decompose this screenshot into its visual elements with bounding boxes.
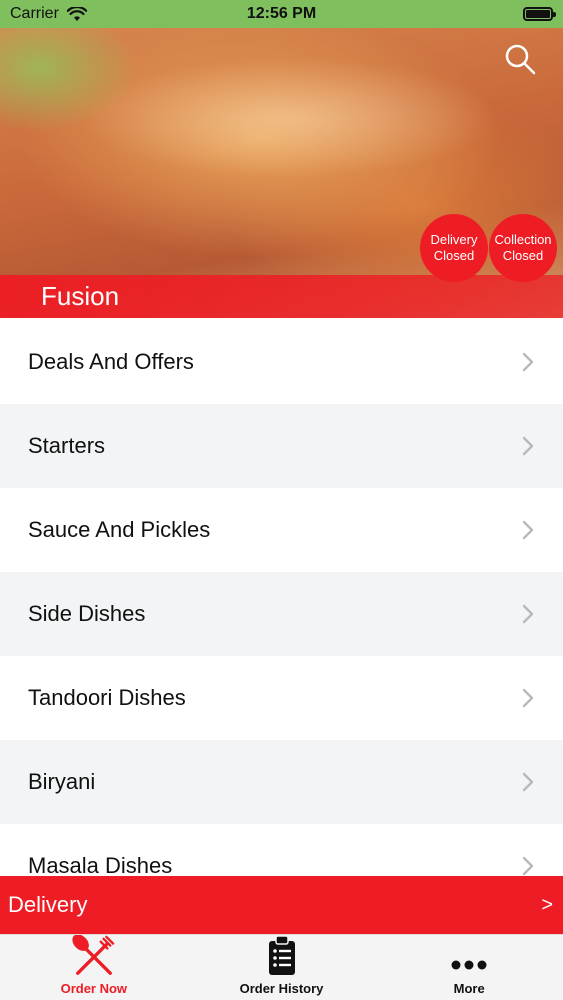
collection-status-label: Collection [494, 232, 552, 247]
wifi-icon [66, 6, 87, 21]
menu-item-deals-and-offers[interactable]: Deals And Offers [0, 320, 563, 404]
chevron-right-icon [522, 436, 534, 456]
menu-item-biryani[interactable]: Biryani [0, 740, 563, 824]
menu-item-label: Sauce And Pickles [28, 517, 211, 542]
hero-food-image [80, 58, 500, 178]
menu-item-label: Starters [28, 433, 106, 458]
menu-item-side-dishes[interactable]: Side Dishes [0, 572, 563, 656]
battery-icon [523, 7, 556, 21]
tab-label: More [453, 981, 485, 996]
clipboard-list-icon [268, 935, 295, 975]
menu-item-label: Masala Dishes [28, 853, 173, 876]
carrier-label: Carrier [10, 5, 59, 22]
tab-order-now[interactable]: Order Now [0, 935, 188, 1000]
menu-item-label: Tandoori Dishes [28, 685, 186, 710]
delivery-mode-label: Delivery [8, 892, 88, 917]
menu-item-sauce-and-pickles[interactable]: Sauce And Pickles [0, 488, 563, 572]
hero-banner: Fusion [0, 28, 563, 318]
delivery-arrow-icon: > [541, 893, 553, 916]
delivery-status-badge: Delivery Closed [420, 214, 488, 282]
delivery-status-value: Closed [433, 248, 475, 263]
chevron-right-icon [522, 856, 534, 876]
menu-item-starters[interactable]: Starters [0, 404, 563, 488]
menu-item-masala-dishes[interactable]: Masala Dishes [0, 824, 563, 876]
brand-band: Fusion [0, 275, 563, 318]
status-bar: Carrier 12:56 PM [0, 0, 563, 28]
delivery-status-label: Delivery [430, 232, 478, 247]
chevron-right-icon [522, 772, 534, 792]
tab-more[interactable]: More [375, 935, 563, 1000]
tab-bar: Order Now Order History More [0, 934, 563, 1000]
chevron-right-icon [522, 520, 534, 540]
menu-item-label: Deals And Offers [28, 349, 194, 374]
menu-item-tandoori-dishes[interactable]: Tandoori Dishes [0, 656, 563, 740]
tab-order-history[interactable]: Order History [188, 935, 376, 1000]
menu-item-label: Side Dishes [28, 601, 146, 626]
tab-label: Order History [239, 981, 324, 996]
collection-status-badge: Collection Closed [489, 214, 557, 282]
more-dots-icon [451, 960, 487, 970]
restaurant-name: Fusion [41, 281, 120, 311]
fork-knife-icon [72, 935, 115, 975]
search-icon[interactable] [503, 42, 537, 76]
chevron-right-icon [522, 688, 534, 708]
chevron-right-icon [522, 352, 534, 372]
menu-item-label: Biryani [28, 769, 96, 794]
collection-status-value: Closed [502, 248, 544, 263]
delivery-mode-bar[interactable]: Delivery > [0, 876, 563, 934]
tab-label: Order Now [60, 981, 128, 996]
menu-category-list[interactable]: Deals And Offers Starters Sauce And Pick… [0, 320, 563, 876]
chevron-right-icon [522, 604, 534, 624]
